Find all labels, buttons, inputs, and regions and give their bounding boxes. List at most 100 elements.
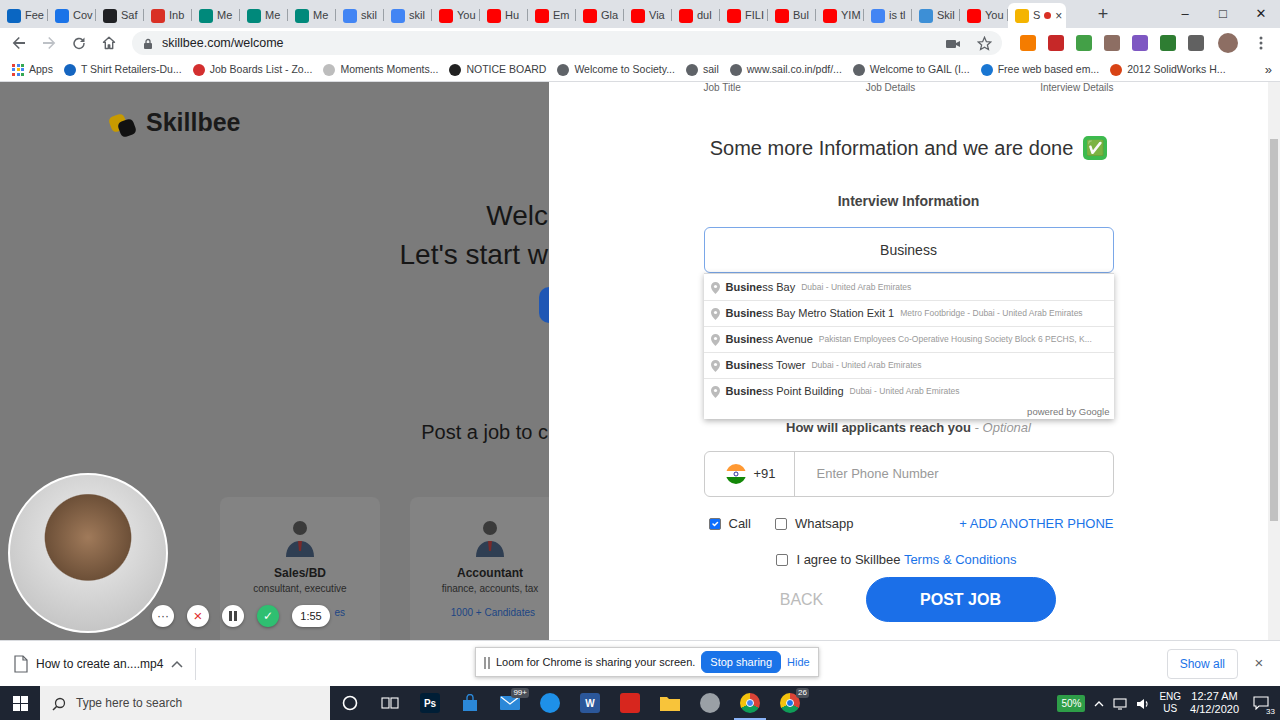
browser-tab[interactable]: Me: [192, 3, 240, 28]
contact-method-option[interactable]: Call: [709, 514, 751, 534]
browser-tab[interactable]: skil: [336, 3, 384, 28]
profile-avatar-icon[interactable]: [1218, 33, 1238, 53]
taskbar-app[interactable]: [530, 686, 570, 720]
back-button[interactable]: BACK: [738, 577, 866, 622]
maximize-button[interactable]: □: [1204, 0, 1242, 28]
taskbar-search-box[interactable]: Type here to search: [40, 686, 330, 720]
bookmark[interactable]: Free web based em...: [981, 62, 1100, 78]
back-arrow-icon[interactable]: [6, 30, 32, 56]
battery-level[interactable]: 50%: [1057, 695, 1085, 712]
home-icon[interactable]: [96, 30, 122, 56]
browser-tab[interactable]: Em: [528, 3, 576, 28]
location-suggestion[interactable]: Business Bay Metro Station Exit 1Metro F…: [704, 300, 1114, 326]
pause-icon[interactable]: [222, 605, 244, 627]
skillbee-logo[interactable]: Skillbee: [0, 82, 549, 140]
taskbar-app[interactable]: [330, 686, 370, 720]
browser-tab[interactable]: Me: [288, 3, 336, 28]
extension-icon[interactable]: [1020, 35, 1036, 51]
bookmark[interactable]: www.sail.co.in/pdf/...: [730, 62, 842, 78]
new-tab-button[interactable]: +: [1086, 0, 1120, 28]
more-bookmarks-button[interactable]: »: [1265, 60, 1272, 80]
extension-icon[interactable]: [1132, 35, 1148, 51]
browser-tab[interactable]: YIM: [816, 3, 864, 28]
browser-tab[interactable]: dul: [672, 3, 720, 28]
location-suggestion[interactable]: Business BayDubai - United Arab Emirates: [704, 274, 1114, 300]
taskbar-app[interactable]: [450, 686, 490, 720]
taskbar-app[interactable]: 26: [770, 686, 810, 720]
volume-icon[interactable]: [1136, 694, 1150, 712]
reload-icon[interactable]: [66, 30, 92, 56]
extension-icon[interactable]: [1160, 35, 1176, 51]
browser-tab[interactable]: Fee: [0, 3, 48, 28]
add-phone-button[interactable]: + ADD ANOTHER PHONE: [959, 514, 1113, 534]
show-all-button[interactable]: Show all: [1167, 649, 1238, 679]
browser-tab[interactable]: S×: [1008, 3, 1066, 28]
close-window-button[interactable]: ✕: [1242, 0, 1280, 28]
stop-sharing-button[interactable]: Stop sharing: [701, 651, 781, 673]
browser-tab[interactable]: skil: [384, 3, 432, 28]
contact-method-option[interactable]: Whatsapp: [775, 514, 854, 534]
input-language[interactable]: ENGUS: [1159, 691, 1181, 715]
bookmark[interactable]: T Shirt Retailers-Du...: [64, 62, 182, 78]
hide-banner-button[interactable]: Hide: [787, 654, 810, 671]
phone-number-input[interactable]: [795, 458, 1113, 490]
start-button[interactable]: [539, 287, 549, 323]
location-suggestion[interactable]: Business AvenuePakistan Employees Co-Ope…: [704, 326, 1114, 352]
browser-tab[interactable]: You: [960, 3, 1008, 28]
extension-icon[interactable]: [1048, 35, 1064, 51]
extension-icon[interactable]: [1104, 35, 1120, 51]
bookmark[interactable]: Welcome to GAIL (I...: [853, 62, 970, 78]
location-suggestion[interactable]: Business Point BuildingDubai - United Ar…: [704, 378, 1114, 404]
camera-icon[interactable]: [945, 34, 961, 52]
lock-icon[interactable]: [142, 34, 154, 52]
taskbar-app[interactable]: [690, 686, 730, 720]
download-item[interactable]: How to create an....mp4: [14, 648, 196, 680]
finish-recording-button[interactable]: ✓: [257, 605, 279, 627]
close-download-bar-button[interactable]: ×: [1246, 652, 1272, 675]
scrollbar[interactable]: [1268, 82, 1280, 640]
bookmark[interactable]: sail: [686, 62, 719, 78]
browser-tab[interactable]: is tl: [864, 3, 912, 28]
drag-handle-icon[interactable]: [484, 654, 490, 671]
taskbar-app[interactable]: [370, 686, 410, 720]
terms-link[interactable]: Terms & Conditions: [904, 552, 1017, 567]
contact-method-checkbox[interactable]: [775, 518, 787, 530]
clock[interactable]: 12:27 AM4/12/2020: [1190, 690, 1239, 716]
browser-tab[interactable]: Skil: [912, 3, 960, 28]
browser-tab[interactable]: Bul: [768, 3, 816, 28]
bookmark[interactable]: NOTICE BOARD: [449, 62, 546, 78]
address-bar[interactable]: skillbee.com/welcome: [132, 31, 1002, 55]
browser-tab[interactable]: FILI: [720, 3, 768, 28]
taskbar-app[interactable]: Ps: [410, 686, 450, 720]
taskbar-app[interactable]: W: [570, 686, 610, 720]
taskbar-app[interactable]: [610, 686, 650, 720]
windows-start-icon[interactable]: [0, 686, 40, 720]
browser-tab[interactable]: You: [432, 3, 480, 28]
bookmark[interactable]: Welcome to Society...: [557, 62, 675, 78]
agree-checkbox[interactable]: [776, 554, 788, 566]
url-text[interactable]: skillbee.com/welcome: [162, 34, 284, 53]
hidden-icons-chevron-icon[interactable]: [1094, 694, 1104, 712]
minimize-button[interactable]: –: [1166, 0, 1204, 28]
job-category-card[interactable]: Accountantfinance, accounts, tax1000 + C…: [410, 497, 549, 640]
browser-tab[interactable]: Cov: [48, 3, 96, 28]
terms-agreement[interactable]: I agree to Skillbee Terms & Conditions: [776, 552, 1016, 568]
scrollbar-thumb[interactable]: [1270, 139, 1278, 521]
contact-method-checkbox[interactable]: [709, 518, 721, 530]
bookmark[interactable]: Apps: [12, 62, 53, 78]
browser-tab[interactable]: Me: [240, 3, 288, 28]
browser-tab[interactable]: Inb: [144, 3, 192, 28]
tab-close-button[interactable]: ×: [1055, 7, 1062, 25]
chevron-up-icon[interactable]: [171, 655, 183, 673]
extension-icon[interactable]: [1076, 35, 1092, 51]
post-job-button[interactable]: POST JOB: [866, 577, 1056, 622]
taskbar-app[interactable]: [730, 686, 770, 720]
taskbar-app[interactable]: 99+: [490, 686, 530, 720]
bookmark-star-icon[interactable]: [977, 34, 992, 52]
bookmark[interactable]: Job Boards List - Zo...: [193, 62, 313, 78]
bookmark[interactable]: Moments Moments...: [323, 62, 438, 78]
menu-dots-icon[interactable]: [1248, 30, 1274, 56]
browser-tab[interactable]: Gla: [576, 3, 624, 28]
extensions-puzzle-icon[interactable]: [1188, 35, 1204, 51]
interview-location-input[interactable]: [704, 227, 1114, 273]
